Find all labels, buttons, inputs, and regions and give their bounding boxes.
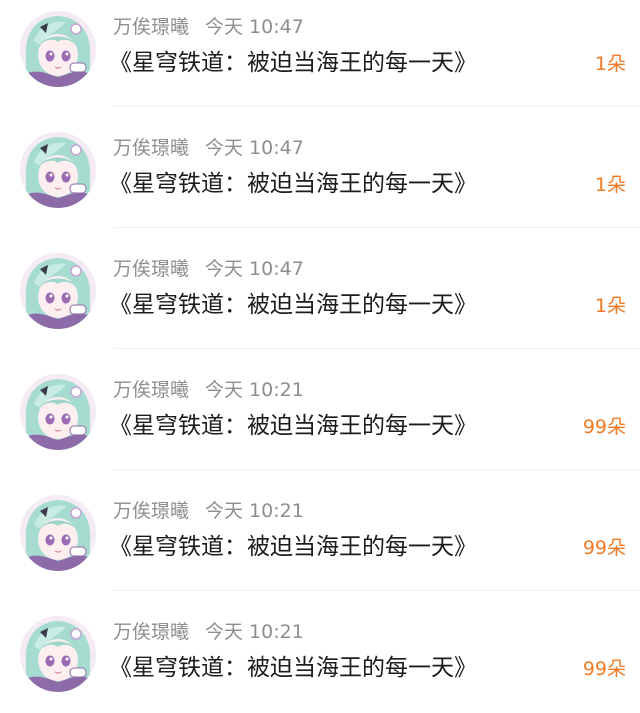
sender-info: 万俟璟曦 今天 10:21 [113, 500, 304, 522]
sender-info: 万俟璟曦 今天 10:21 [113, 621, 304, 643]
work-title[interactable]: 《星穹铁道：被迫当海王的每一天》 [109, 412, 477, 440]
sender-name[interactable]: 万俟璟曦 [113, 16, 189, 38]
sender-name[interactable]: 万俟璟曦 [113, 379, 189, 401]
list-item[interactable]: 万俟璟曦 今天 10:21 《星穹铁道：被迫当海王的每一天》 99朵 [0, 363, 640, 484]
sender-name[interactable]: 万俟璟曦 [113, 621, 189, 643]
list-item[interactable]: 万俟璟曦 今天 10:21 《星穹铁道：被迫当海王的每一天》 99朵 [0, 484, 640, 605]
work-title[interactable]: 《星穹铁道：被迫当海王的每一天》 [109, 170, 477, 198]
avatar[interactable] [20, 132, 96, 208]
work-title[interactable]: 《星穹铁道：被迫当海王的每一天》 [109, 654, 477, 682]
avatar[interactable] [20, 11, 96, 87]
sender-name[interactable]: 万俟璟曦 [113, 137, 189, 159]
divider [113, 348, 640, 349]
divider [113, 590, 640, 591]
timestamp: 今天 10:47 [205, 16, 304, 38]
gift-count: 1朵 [594, 295, 626, 317]
avatar[interactable] [20, 616, 96, 692]
list-item[interactable]: 万俟璟曦 今天 10:47 《星穹铁道：被迫当海王的每一天》 1朵 [0, 0, 640, 121]
timestamp: 今天 10:21 [205, 621, 304, 643]
timestamp: 今天 10:21 [205, 379, 304, 401]
timestamp: 今天 10:21 [205, 500, 304, 522]
sender-info: 万俟璟曦 今天 10:47 [113, 258, 304, 280]
timestamp: 今天 10:47 [205, 258, 304, 280]
work-title[interactable]: 《星穹铁道：被迫当海王的每一天》 [109, 49, 477, 77]
sender-info: 万俟璟曦 今天 10:47 [113, 137, 304, 159]
avatar[interactable] [20, 374, 96, 450]
divider [113, 469, 640, 470]
divider [113, 106, 640, 107]
list-item[interactable]: 万俟璟曦 今天 10:21 《星穹铁道：被迫当海王的每一天》 99朵 [0, 605, 640, 713]
work-title[interactable]: 《星穹铁道：被迫当海王的每一天》 [109, 533, 477, 561]
sender-name[interactable]: 万俟璟曦 [113, 500, 189, 522]
gift-count: 1朵 [594, 53, 626, 75]
timestamp: 今天 10:47 [205, 137, 304, 159]
avatar[interactable] [20, 253, 96, 329]
sender-name[interactable]: 万俟璟曦 [113, 258, 189, 280]
gift-count: 99朵 [582, 658, 626, 680]
list-item[interactable]: 万俟璟曦 今天 10:47 《星穹铁道：被迫当海王的每一天》 1朵 [0, 242, 640, 363]
gift-count: 99朵 [582, 416, 626, 438]
avatar[interactable] [20, 495, 96, 571]
gift-count: 99朵 [582, 537, 626, 559]
sender-info: 万俟璟曦 今天 10:21 [113, 379, 304, 401]
divider [113, 227, 640, 228]
work-title[interactable]: 《星穹铁道：被迫当海王的每一天》 [109, 291, 477, 319]
sender-info: 万俟璟曦 今天 10:47 [113, 16, 304, 38]
gift-count: 1朵 [594, 174, 626, 196]
list-item[interactable]: 万俟璟曦 今天 10:47 《星穹铁道：被迫当海王的每一天》 1朵 [0, 121, 640, 242]
gift-record-list: 万俟璟曦 今天 10:47 《星穹铁道：被迫当海王的每一天》 1朵 万俟璟曦 今… [0, 0, 640, 713]
